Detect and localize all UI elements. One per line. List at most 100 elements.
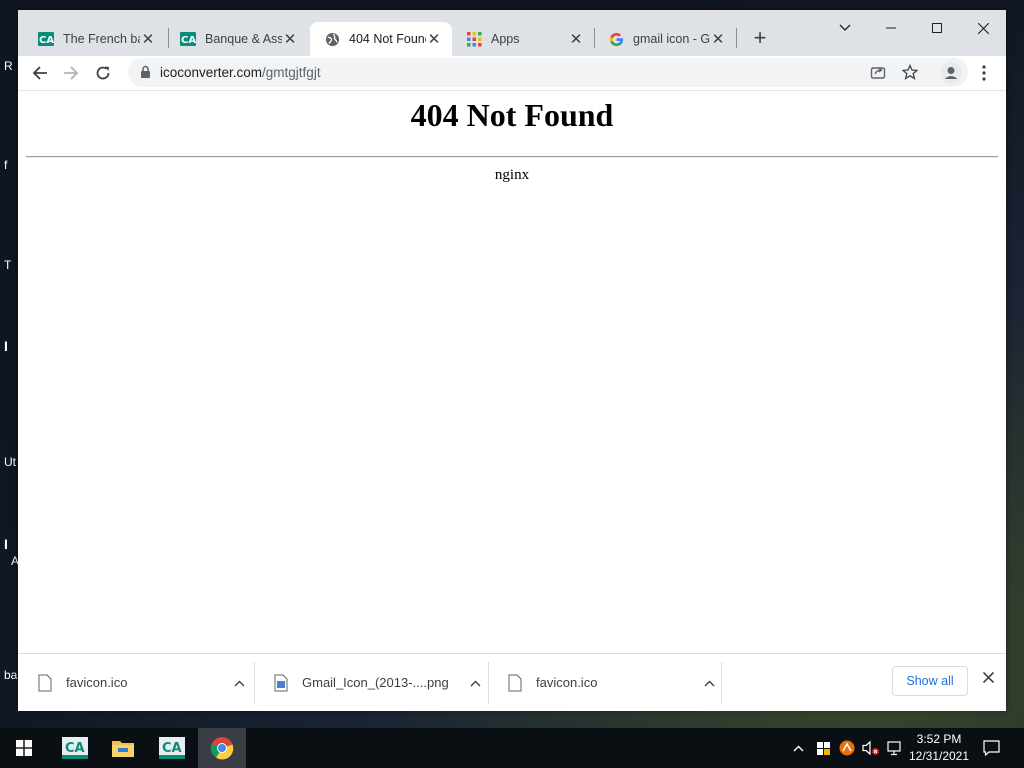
tab-gmail-search[interactable]: gmail icon - G ✕ bbox=[594, 22, 736, 56]
tab-title: 404 Not Found bbox=[349, 32, 426, 46]
apps-grid-icon bbox=[466, 31, 482, 47]
tab-banque[interactable]: CA Banque & Ass ✕ bbox=[166, 22, 308, 56]
divider bbox=[26, 156, 998, 158]
desktop-icon-label: T bbox=[4, 258, 12, 272]
desktop-icon-label: ba bbox=[4, 668, 18, 682]
credit-agricole-logo-icon: CA bbox=[180, 31, 196, 47]
file-icon bbox=[508, 674, 522, 691]
more-vertical-icon bbox=[982, 65, 986, 81]
close-icon[interactable]: ✕ bbox=[710, 30, 726, 48]
notifications-button[interactable] bbox=[981, 738, 1001, 758]
svg-text:CA: CA bbox=[162, 741, 182, 756]
close-icon[interactable]: ✕ bbox=[140, 30, 156, 48]
windows-logo-icon bbox=[16, 740, 32, 756]
tab-404[interactable]: 404 Not Found ✕ bbox=[310, 22, 452, 56]
url-host: icoconverter.com bbox=[160, 65, 263, 80]
volume-muted-icon bbox=[862, 740, 879, 756]
reload-icon bbox=[96, 66, 110, 80]
network-icon bbox=[887, 740, 901, 755]
download-item[interactable]: favicon.ico bbox=[488, 654, 724, 711]
folder-icon bbox=[112, 741, 134, 757]
profile-button[interactable] bbox=[938, 60, 964, 86]
download-filename: favicon.ico bbox=[536, 675, 598, 690]
server-name: nginx bbox=[494, 167, 530, 183]
page-title: 404 Not Found bbox=[410, 97, 614, 133]
desktop-icon-label: Ut bbox=[4, 455, 16, 469]
minimize-button[interactable] bbox=[868, 14, 914, 42]
security-tray-icon[interactable] bbox=[814, 738, 832, 758]
tab-title: gmail icon - G bbox=[633, 32, 710, 46]
globe-icon bbox=[324, 31, 340, 47]
close-icon bbox=[982, 671, 994, 684]
browser-toolbar: icoconverter.com/gmtgjtfgjt bbox=[18, 56, 1006, 90]
chevron-up-icon[interactable] bbox=[460, 675, 490, 690]
app-tray-icon[interactable] bbox=[838, 738, 856, 758]
google-icon bbox=[608, 31, 624, 47]
url-text: icoconverter.com/gmtgjtfgjt bbox=[160, 65, 321, 80]
notification-icon bbox=[982, 740, 1000, 756]
chevron-up-icon[interactable] bbox=[224, 675, 254, 690]
download-divider bbox=[721, 662, 722, 704]
download-filename: Gmail_Icon_(2013-....png bbox=[302, 675, 449, 690]
tab-apps[interactable]: Apps ✕ bbox=[452, 22, 594, 56]
new-tab-button[interactable]: + bbox=[748, 26, 772, 50]
page-content: 404 Not Found nginx bbox=[18, 90, 1006, 653]
share-icon[interactable] bbox=[870, 64, 886, 85]
credit-agricole-logo-icon: CA bbox=[159, 737, 185, 759]
tab-french-bank[interactable]: CA The French ba ✕ bbox=[24, 22, 166, 56]
bookmark-star-icon[interactable] bbox=[901, 63, 919, 85]
credit-agricole-logo-icon: CA bbox=[62, 737, 88, 759]
desktop-icon-label: f bbox=[4, 158, 8, 172]
file-icon bbox=[38, 674, 52, 691]
taskbar-app-file-explorer[interactable] bbox=[99, 728, 147, 768]
clock[interactable]: 3:52 PM 12/31/2021 bbox=[905, 731, 973, 765]
download-item[interactable]: favicon.ico bbox=[18, 654, 254, 711]
orange-app-icon bbox=[839, 740, 855, 756]
url-path: /gmtgjtfgjt bbox=[262, 65, 321, 80]
tab-title: The French ba bbox=[63, 32, 140, 46]
browser-window: CA The French ba ✕ CA Banque & Ass ✕ 404… bbox=[18, 10, 1006, 711]
tab-title: Apps bbox=[491, 32, 520, 46]
maximize-button[interactable] bbox=[914, 14, 960, 42]
taskbar-app-credit-agricole[interactable]: CA bbox=[51, 728, 99, 768]
shield-icon bbox=[816, 741, 830, 755]
close-download-shelf-button[interactable] bbox=[978, 670, 998, 694]
network-button[interactable] bbox=[886, 738, 904, 758]
taskbar: CA CA 3:52 PM 12/31/2021 bbox=[0, 728, 1024, 768]
taskbar-app-credit-agricole-2[interactable]: CA bbox=[148, 728, 196, 768]
svg-text:CA: CA bbox=[181, 35, 196, 46]
tab-strip: CA The French ba ✕ CA Banque & Ass ✕ 404… bbox=[18, 10, 1006, 58]
tab-title: Banque & Ass bbox=[205, 32, 282, 46]
menu-button[interactable] bbox=[971, 60, 997, 86]
address-bar[interactable]: icoconverter.com/gmtgjtfgjt bbox=[128, 58, 968, 87]
forward-arrow-icon bbox=[64, 66, 79, 80]
close-icon bbox=[977, 22, 989, 34]
taskbar-app-chrome[interactable] bbox=[198, 728, 246, 768]
back-arrow-icon bbox=[32, 66, 47, 80]
back-button[interactable] bbox=[27, 60, 53, 86]
download-item[interactable]: Gmail_Icon_(2013-....png bbox=[254, 654, 490, 711]
volume-button[interactable] bbox=[861, 738, 881, 758]
close-icon[interactable]: ✕ bbox=[426, 30, 442, 48]
chrome-icon bbox=[210, 737, 234, 760]
credit-agricole-logo-icon: CA bbox=[38, 31, 54, 47]
reload-button[interactable] bbox=[90, 60, 116, 86]
download-filename: favicon.ico bbox=[66, 675, 128, 690]
chevron-up-icon[interactable] bbox=[694, 675, 724, 690]
chevron-down-icon bbox=[839, 24, 851, 31]
svg-text:CA: CA bbox=[65, 741, 85, 756]
svg-text:CA: CA bbox=[39, 35, 54, 46]
close-icon[interactable]: ✕ bbox=[282, 30, 298, 48]
minimize-icon bbox=[886, 27, 896, 29]
clock-date: 12/31/2021 bbox=[908, 749, 970, 763]
window-close-button[interactable] bbox=[960, 14, 1006, 42]
start-button[interactable] bbox=[0, 728, 48, 768]
tab-search-button[interactable] bbox=[822, 14, 868, 42]
lock-icon[interactable] bbox=[140, 65, 151, 84]
show-hidden-icons-button[interactable] bbox=[790, 738, 806, 758]
maximize-icon bbox=[932, 23, 942, 33]
close-icon[interactable]: ✕ bbox=[568, 30, 584, 48]
desktop-icon-label: I bbox=[4, 536, 8, 552]
forward-button[interactable] bbox=[58, 60, 84, 86]
show-all-button[interactable]: Show all bbox=[892, 666, 968, 696]
